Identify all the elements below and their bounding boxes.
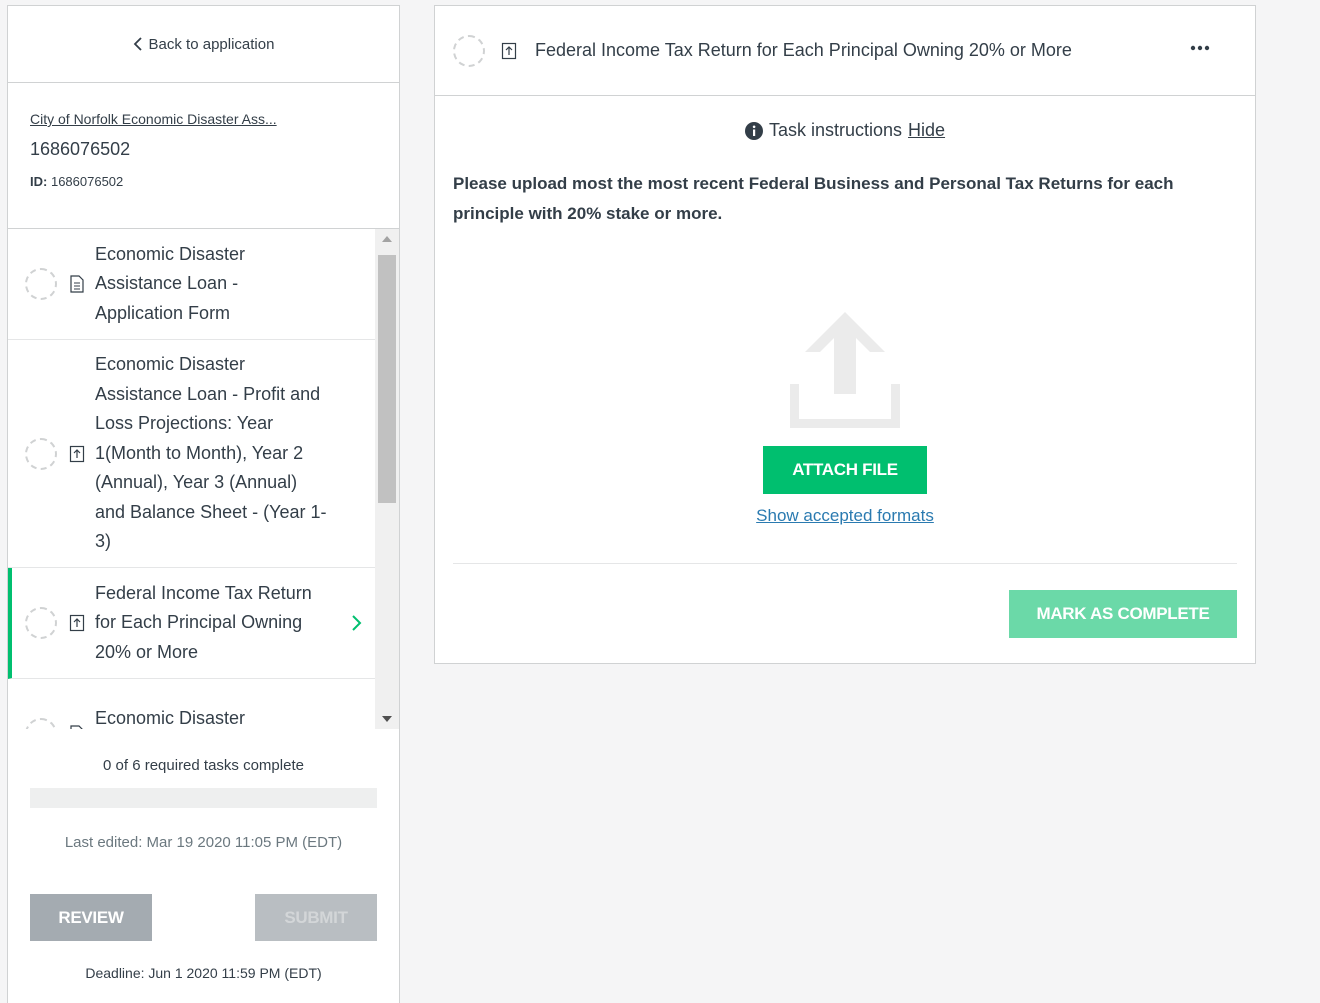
task-label: Federal Income Tax Return for Each Princ… [95,582,312,662]
last-edited-text: Last edited: Mar 19 2020 11:05 PM (EDT) [64,834,343,851]
application-id-value: 1686076502 [50,174,124,189]
task-label: Economic Disaster Assistance Loan - Appl… [95,243,246,323]
task-list-viewport: Economic Disaster Assistance Loan - Appl… [8,229,399,729]
task-list: Economic Disaster Assistance Loan - Appl… [8,229,376,729]
application-id-label: ID: [30,174,48,189]
task-status-circle [25,268,57,300]
task-status-circle [25,607,57,639]
upload-area: ATTACH FILE Show accepted formats [435,308,1255,526]
application-name-link[interactable]: City of Norfolk Economic Disaster Ass... [30,111,310,127]
task-item[interactable]: Economic Disaster Assistance Loan - Appl… [8,229,376,340]
submit-button[interactable]: SUBMIT [255,894,377,941]
form-document-icon [70,725,83,729]
task-status-circle [25,718,57,729]
chevron-left-icon [133,37,142,51]
review-button[interactable]: REVIEW [30,894,152,941]
back-row: Back to application [8,6,399,83]
progress-bar [30,788,377,808]
divider [453,563,1237,564]
scroll-thumb[interactable] [378,255,396,503]
more-options-icon[interactable] [1189,40,1211,56]
task-label: Economic Disaster Assistance Loan - Prof… [95,353,327,552]
task-sidebar: Back to application City of Norfolk Econ… [7,5,400,1003]
task-status-circle [25,437,57,470]
task-item[interactable]: Economic Disaster Assistance Loan - Prof… [8,340,376,568]
panel-title: Federal Income Tax Return for Each Princ… [535,40,1072,60]
hide-instructions-link[interactable]: Hide [908,120,945,141]
application-id: ID: 1686076502 [30,174,377,189]
info-icon [744,121,763,140]
task-detail-panel: Federal Income Tax Return for Each Princ… [434,5,1256,664]
application-number: 1686076502 [30,139,131,159]
attach-file-button[interactable]: ATTACH FILE [763,446,927,494]
panel-header: Federal Income Tax Return for Each Princ… [435,6,1255,96]
task-item[interactable]: Economic Disaster Assistance Loan - Bank [8,679,376,729]
progress-text: 0 of 6 required tasks complete [103,757,304,774]
task-label: Economic Disaster Assistance Loan - Bank [95,708,246,729]
application-info: City of Norfolk Economic Disaster Ass...… [8,83,399,229]
action-button-row: REVIEW SUBMIT [30,894,377,941]
deadline-text: Deadline: Jun 1 2020 11:59 PM (EDT) [85,965,322,981]
task-list-scrollbar[interactable] [375,229,399,729]
back-label: Back to application [148,35,275,53]
chevron-right-icon [352,615,362,631]
upload-document-icon [501,42,517,59]
task-status-circle[interactable] [453,34,485,67]
upload-document-icon [69,614,85,632]
task-item-active[interactable]: Federal Income Tax Return for Each Princ… [8,568,376,679]
instructions-text: Please upload most the most recent Feder… [453,174,1174,223]
form-document-icon [70,275,84,293]
mark-as-complete-button[interactable]: MARK AS COMPLETE [1009,590,1237,638]
back-to-application-link[interactable]: Back to application [133,35,275,53]
scroll-down-arrow-icon[interactable] [375,709,399,729]
upload-icon [790,312,900,428]
scroll-up-arrow-icon[interactable] [375,229,399,249]
task-instructions-row: Task instructions Hide [435,120,1255,141]
task-instructions-label: Task instructions [768,120,903,140]
upload-document-icon [69,445,85,462]
show-accepted-formats-link[interactable]: Show accepted formats [756,506,934,526]
